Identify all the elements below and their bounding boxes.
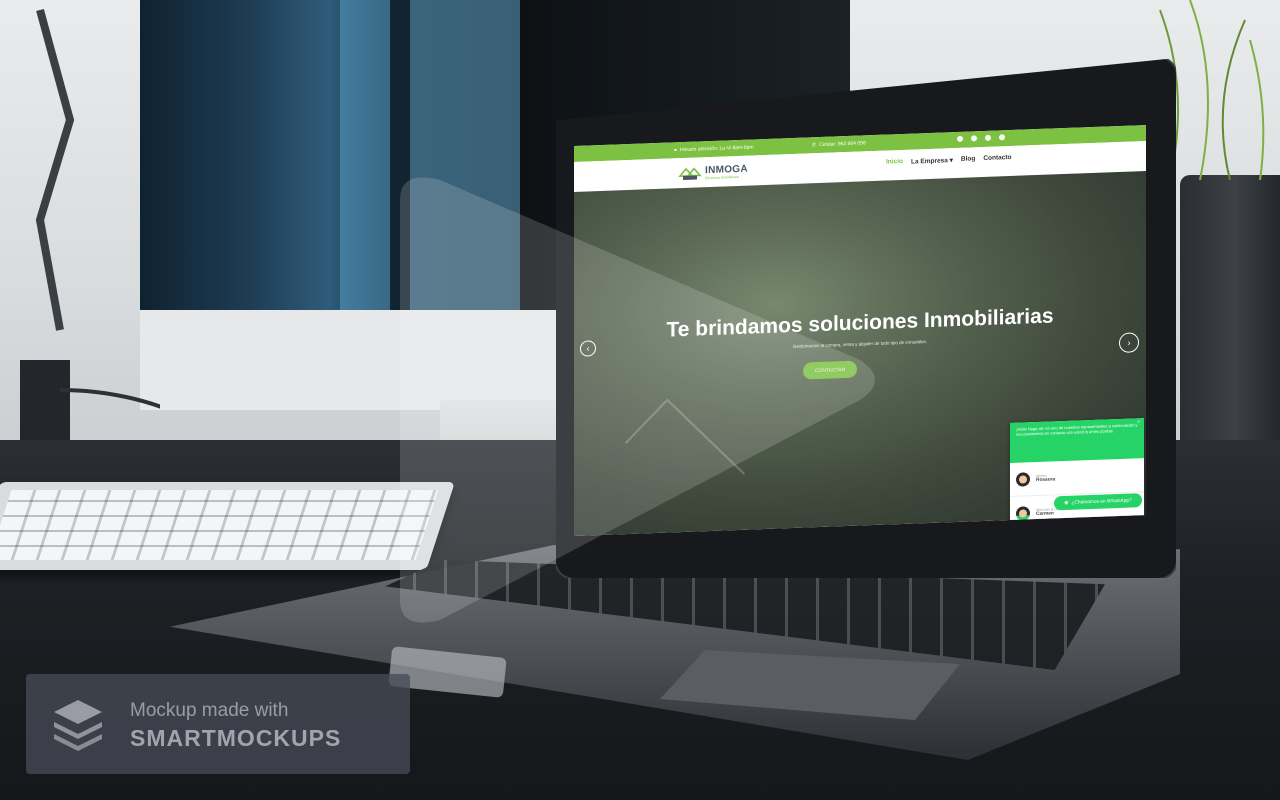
keyboard-keys <box>0 490 439 560</box>
whatsapp-button-label: ¿Chateamos en WhatsApp? <box>1071 498 1132 506</box>
topbar-phone: ✆ Celular: 962 864 058 <box>812 140 866 148</box>
badge-brand: SMARTMOCKUPS <box>130 725 342 751</box>
window-reflection <box>340 0 390 310</box>
whatsapp-agent-rosaura[interactable]: Ventas Rosaura <box>1010 458 1144 498</box>
layers-icon <box>54 700 102 751</box>
site-logo[interactable]: INMOGA Eficiencia Inmobiliaria <box>678 162 748 183</box>
agent-name: Carmen <box>1036 511 1054 518</box>
youtube-icon[interactable] <box>999 134 1005 141</box>
phone-icon: ✆ <box>812 142 817 149</box>
location-icon: ● <box>674 147 678 154</box>
topbar-hours: ● Horario atención: Lu-Vi 8am-6pm <box>674 144 754 153</box>
phone-text[interactable]: Celular: 962 864 058 <box>819 140 865 148</box>
facebook-icon[interactable] <box>957 135 963 142</box>
contactar-button[interactable]: CONTACTAR <box>803 360 857 380</box>
instagram-icon[interactable] <box>971 135 977 142</box>
close-icon[interactable]: × <box>1137 419 1140 425</box>
logo-text: INMOGA Eficiencia Inmobiliaria <box>705 163 748 180</box>
avatar <box>1016 505 1030 521</box>
avatar <box>1016 471 1030 487</box>
logo-tagline: Eficiencia Inmobiliaria <box>705 174 739 180</box>
hero-slider: Te brindamos soluciones Inmobiliarias Ge… <box>574 171 1146 537</box>
hours-text: Horario atención: Lu-Vi 8am-6pm <box>680 144 754 154</box>
logo-house-icon <box>678 167 702 181</box>
wireless-keyboard <box>0 482 455 570</box>
whatsapp-icon: ◉ <box>1064 500 1069 506</box>
smartmockups-badge: Mockup made with SMARTMOCKUPS <box>26 674 410 774</box>
nav-blog[interactable]: Blog <box>961 155 975 164</box>
main-nav: Inicio La Empresa ▾ Blog Contacto <box>886 154 1012 167</box>
website-screen: ● Horario atención: Lu-Vi 8am-6pm ✆ Celu… <box>574 125 1146 537</box>
twitter-icon[interactable] <box>985 134 991 141</box>
agent-name: Rosaura <box>1036 477 1056 484</box>
whatsapp-panel-header: ¡Hola! Haga clic en uno de nuestros repr… <box>1010 418 1144 464</box>
whatsapp-intro-text: ¡Hola! Haga clic en uno de nuestros repr… <box>1016 422 1138 437</box>
social-links <box>957 134 1005 142</box>
window-reflection <box>410 0 520 310</box>
badge-caption: Mockup made with <box>130 700 289 721</box>
nav-inicio[interactable]: Inicio <box>886 158 903 167</box>
nav-la-empresa[interactable]: La Empresa ▾ <box>911 156 953 166</box>
desk-lamp <box>20 8 160 450</box>
whatsapp-chat-panel: ¡Hola! Haga clic en uno de nuestros repr… <box>1010 418 1144 532</box>
nav-contacto[interactable]: Contacto <box>983 154 1011 163</box>
